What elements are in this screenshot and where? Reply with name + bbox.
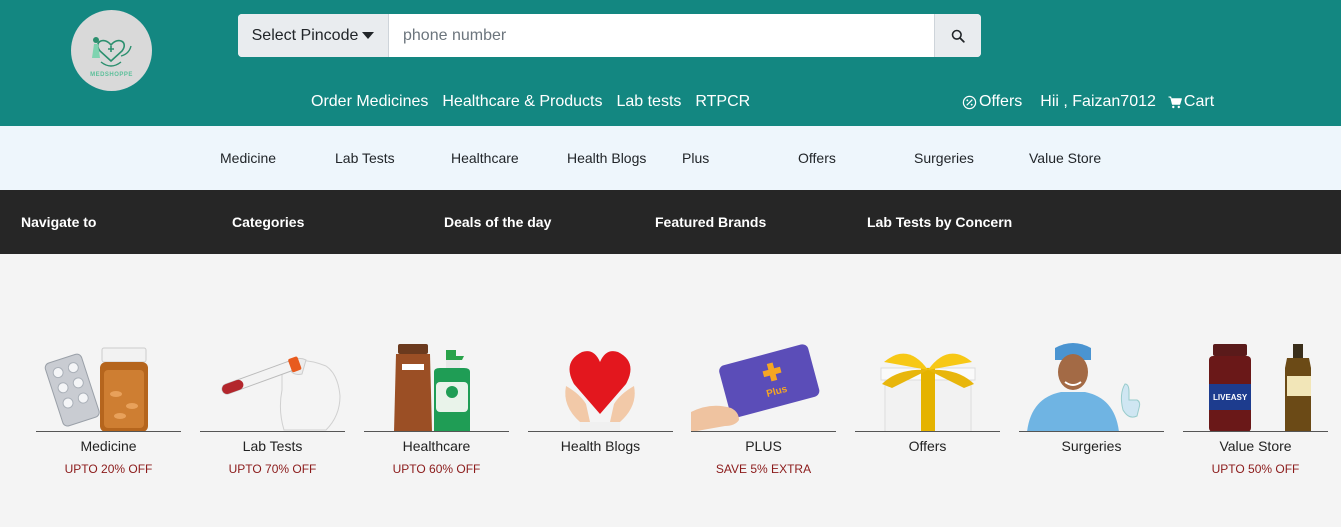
card-label: PLUS <box>745 438 782 454</box>
card-lab-tests[interactable]: Lab Tests UPTO 70% OFF <box>200 342 345 482</box>
search-button[interactable] <box>934 14 981 57</box>
surgeon-icon <box>1019 342 1164 432</box>
card-surgeries[interactable]: Surgeries <box>1019 342 1164 482</box>
subnav-surgeries[interactable]: Surgeries <box>914 150 974 166</box>
card-value-store[interactable]: LIVEASY Value Store UPTO 50% OFF <box>1183 342 1328 482</box>
nav-lab-tests[interactable]: Lab tests <box>616 93 681 111</box>
user-nav: Offers Hii , Faizan7012 Cart <box>962 93 1214 111</box>
offers-label: Offers <box>979 93 1023 110</box>
subnav-lab-tests[interactable]: Lab Tests <box>335 150 395 166</box>
category-cards: Medicine UPTO 20% OFF Lab Tests UPTO 70%… <box>0 254 1341 527</box>
brand-logo[interactable]: MEDSHOPPE <box>71 10 152 91</box>
card-medicine[interactable]: Medicine UPTO 20% OFF <box>36 342 181 482</box>
logo-text: MEDSHOPPE <box>90 72 133 78</box>
caret-down-icon <box>362 32 375 39</box>
test-tube-icon <box>200 342 345 432</box>
cart-label: Cart <box>1183 93 1215 110</box>
menu-lab-tests-by-concern[interactable]: Lab Tests by Concern <box>867 214 1012 230</box>
cart-link[interactable]: Cart <box>1168 93 1214 111</box>
card-label: Surgeries <box>1061 438 1122 454</box>
card-offer: UPTO 20% OFF <box>64 462 153 476</box>
search-input[interactable] <box>389 14 934 57</box>
card-label: Offers <box>908 438 947 454</box>
nav-rtpcr[interactable]: RTPCR <box>695 93 750 111</box>
nav-order-medicines[interactable]: Order Medicines <box>311 93 428 111</box>
card-label: Medicine <box>80 438 137 454</box>
subnav-offers[interactable]: Offers <box>798 150 836 166</box>
search-bar: Select Pincode <box>238 14 981 57</box>
card-plus[interactable]: Plus PLUS SAVE 5% EXTRA <box>691 342 836 482</box>
subnav-healthcare[interactable]: Healthcare <box>451 150 519 166</box>
category-subnav: Medicine Lab Tests Healthcare Health Blo… <box>0 126 1341 190</box>
card-health-blogs[interactable]: Health Blogs <box>528 342 673 482</box>
pincode-label: Select Pincode <box>251 26 359 44</box>
heart-hands-icon <box>528 342 673 432</box>
card-label: Lab Tests <box>242 438 303 454</box>
card-label: Healthcare <box>402 438 471 454</box>
menu-navigate-to[interactable]: Navigate to <box>21 214 96 230</box>
subnav-medicine[interactable]: Medicine <box>220 150 276 166</box>
card-label: Health Blogs <box>560 438 641 454</box>
pincode-dropdown[interactable]: Select Pincode <box>238 14 389 57</box>
value-store-bottles-icon: LIVEASY <box>1183 342 1328 432</box>
healthcare-products-icon <box>364 342 509 432</box>
gift-box-icon <box>855 342 1000 432</box>
medicine-bottle-icon <box>36 342 181 432</box>
subnav-health-blogs[interactable]: Health Blogs <box>567 150 646 166</box>
logo-hands-heart-icon <box>92 37 132 67</box>
dark-menu-bar: Navigate to Categories Deals of the day … <box>0 190 1341 254</box>
top-header: MEDSHOPPE Select Pincode Order Medicines… <box>0 0 1341 126</box>
user-greeting[interactable]: Hii , Faizan7012 <box>1040 93 1156 111</box>
nav-healthcare-products[interactable]: Healthcare & Products <box>442 93 602 111</box>
card-healthcare[interactable]: Healthcare UPTO 60% OFF <box>364 342 509 482</box>
menu-featured-brands[interactable]: Featured Brands <box>655 214 766 230</box>
card-offer: UPTO 70% OFF <box>228 462 317 476</box>
menu-categories[interactable]: Categories <box>232 214 304 230</box>
subnav-value-store[interactable]: Value Store <box>1029 150 1101 166</box>
cart-icon <box>1168 95 1182 108</box>
plus-card-icon: Plus <box>691 342 836 432</box>
card-offer: UPTO 50% OFF <box>1211 462 1300 476</box>
card-offer: UPTO 60% OFF <box>392 462 481 476</box>
card-label: Value Store <box>1219 438 1292 454</box>
card-offers[interactable]: Offers <box>855 342 1000 482</box>
main-nav: Order Medicines Healthcare & Products La… <box>311 93 750 111</box>
value-store-product-text: LIVEASY <box>1213 393 1248 402</box>
offers-link[interactable]: Offers <box>962 93 1022 111</box>
search-icon <box>951 29 965 43</box>
menu-deals-of-the-day[interactable]: Deals of the day <box>444 214 551 230</box>
offers-badge-icon <box>962 95 977 109</box>
card-offer: SAVE 5% EXTRA <box>715 462 812 476</box>
subnav-plus[interactable]: Plus <box>682 150 709 166</box>
